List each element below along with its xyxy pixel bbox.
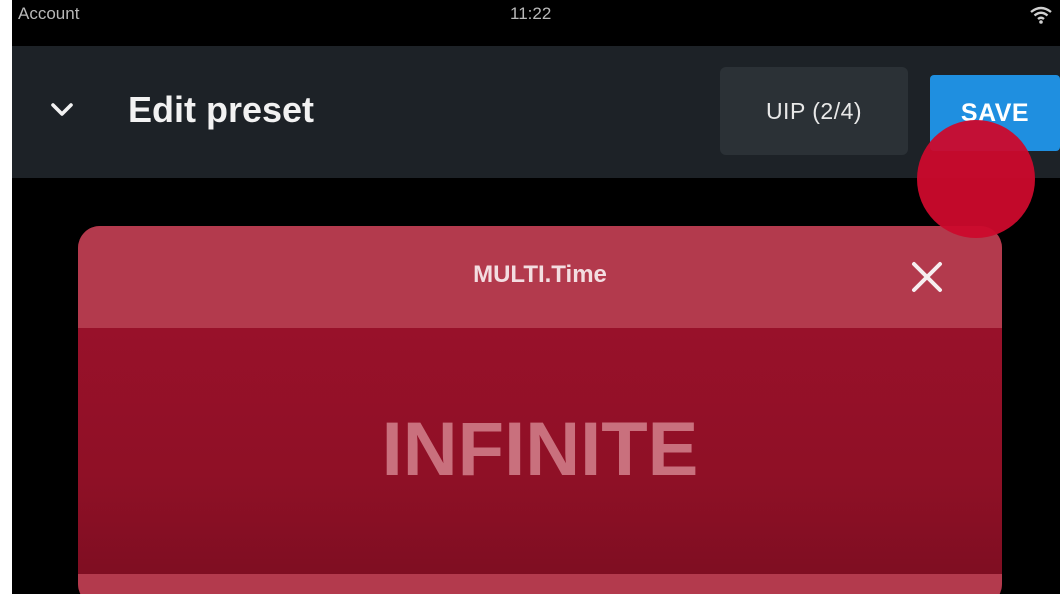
preset-dialog: MULTI.Time INFINITE [78,226,1002,594]
dialog-footer [78,574,1002,594]
dialog-header: MULTI.Time [78,226,1002,328]
time-mode-value: INFINITE [381,407,699,492]
dialog-body[interactable]: INFINITE [78,328,1002,574]
dialog-title: MULTI.Time [473,261,607,288]
chevron-down-icon[interactable] [48,96,76,124]
status-bar: Account 11:22 [12,0,1060,46]
wifi-icon [1030,6,1052,24]
status-account-label: Account [18,4,80,23]
status-time: 11:22 [510,4,552,23]
touch-indicator [917,120,1035,238]
uip-button[interactable]: UIP (2/4) [720,67,908,155]
page-title: Edit preset [128,89,315,130]
app-screen: Account 11:22 Edit preset UIP (2/4) SAVE… [12,0,1060,594]
app-header: Edit preset UIP (2/4) SAVE [12,46,1060,178]
close-icon[interactable] [908,258,946,296]
